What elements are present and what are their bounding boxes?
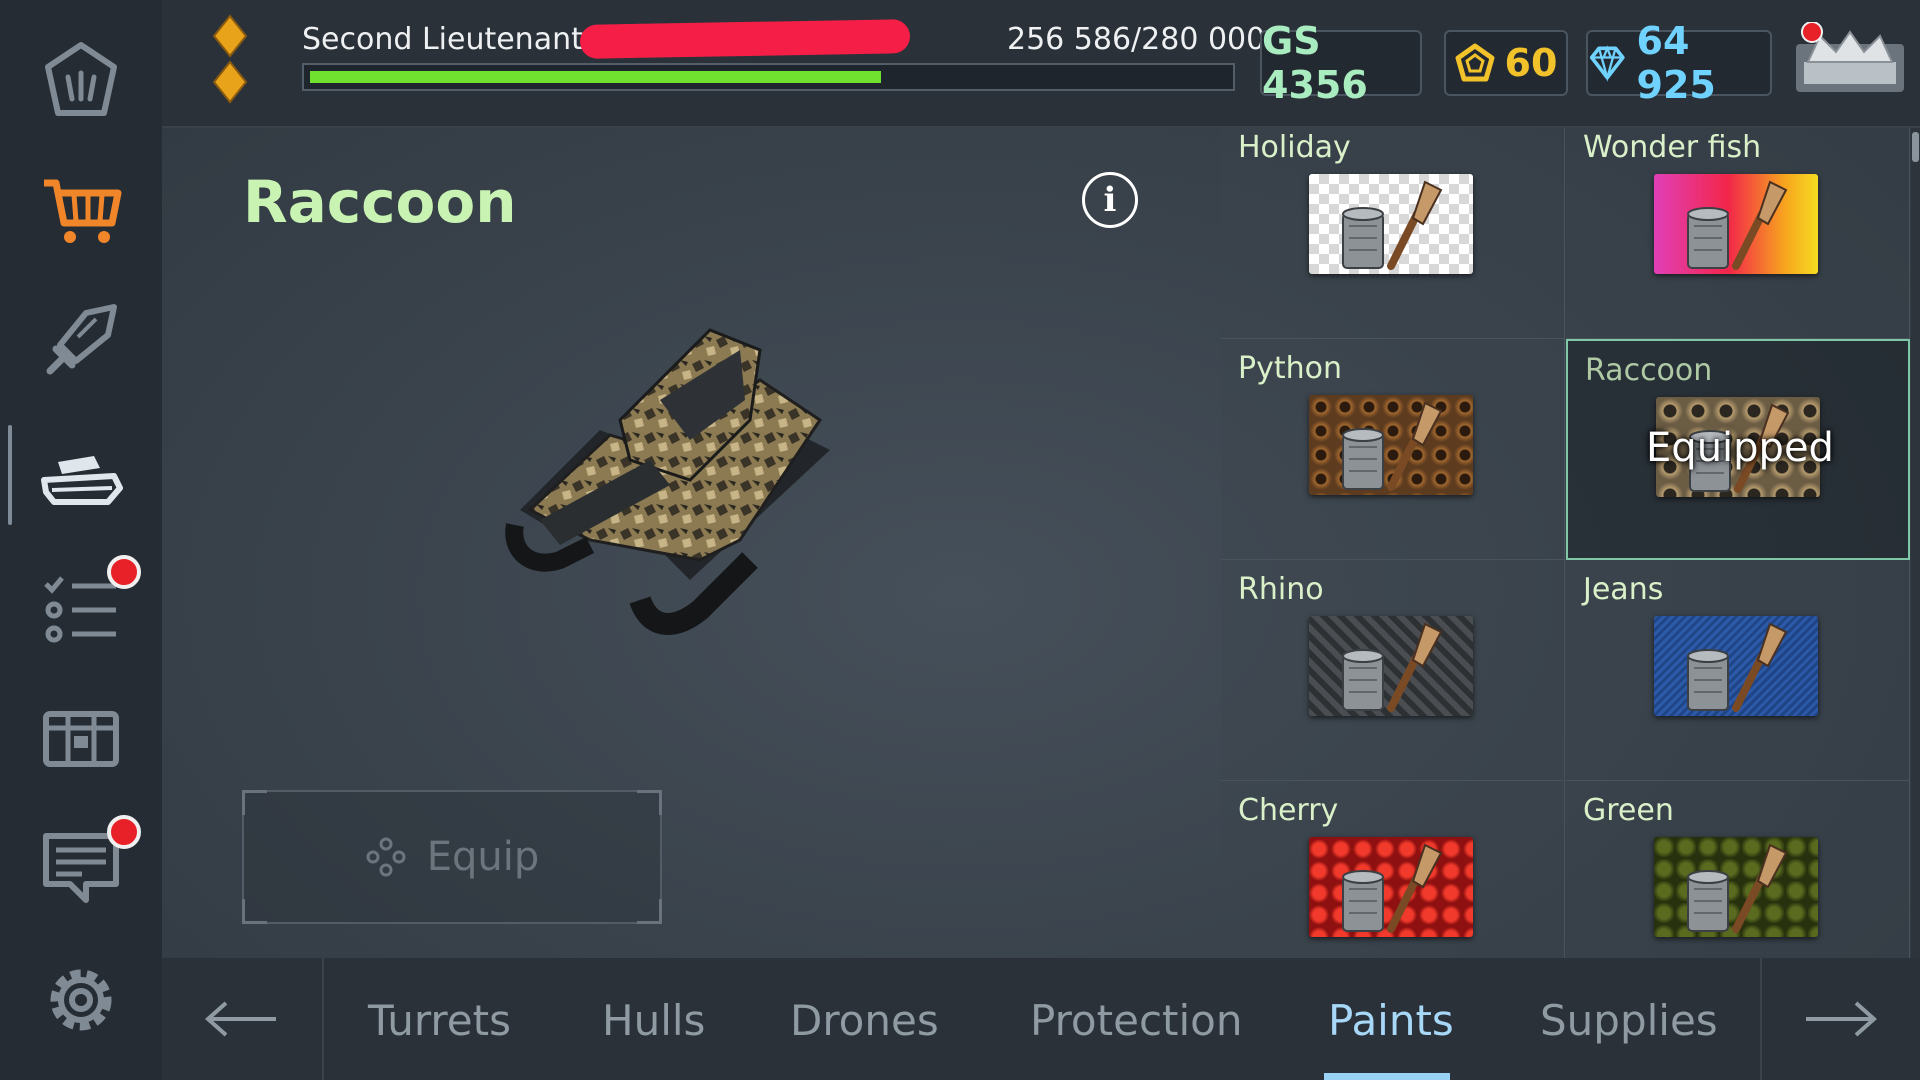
tank-icon bbox=[41, 456, 123, 505]
paint-name: Rhino bbox=[1238, 572, 1324, 607]
crown-shield-icon bbox=[45, 42, 117, 116]
info-icon: i bbox=[1103, 180, 1117, 220]
sidebar-item-battle[interactable] bbox=[0, 280, 162, 400]
tab-supplies[interactable]: Supplies bbox=[1540, 996, 1718, 1045]
crystal-icon bbox=[1589, 45, 1625, 82]
button-corner bbox=[637, 790, 662, 815]
gear-icon bbox=[50, 969, 112, 1031]
equip-label: Equip bbox=[426, 834, 540, 880]
paint-name: Holiday bbox=[1238, 130, 1351, 165]
paint-grid-scrollbar[interactable] bbox=[1911, 128, 1920, 958]
paint-bucket-brush-icon bbox=[1342, 180, 1443, 270]
equip-icon bbox=[366, 837, 406, 877]
paint-bucket-brush-icon bbox=[1342, 622, 1443, 712]
container-icon bbox=[43, 711, 119, 767]
paint-swatch bbox=[1309, 837, 1473, 937]
gear-score-badge[interactable]: GS 4356 bbox=[1260, 19, 1422, 107]
paint-name: Raccoon bbox=[1585, 353, 1713, 388]
paint-bucket-brush-icon bbox=[1687, 180, 1788, 270]
sidebar bbox=[0, 0, 162, 1080]
paint-bucket-brush-icon bbox=[1342, 401, 1443, 491]
stars-value: 60 bbox=[1504, 41, 1558, 85]
scrollbar-thumb[interactable] bbox=[1912, 132, 1919, 162]
notification-dot bbox=[107, 555, 141, 589]
premium-button[interactable] bbox=[1790, 21, 1908, 94]
paint-bucket-brush-icon bbox=[1687, 843, 1788, 933]
prev-category-button[interactable] bbox=[162, 958, 322, 1080]
crystals-value: 64 925 bbox=[1636, 19, 1716, 107]
star-pentagon-icon bbox=[1455, 43, 1495, 82]
arrow-left-icon bbox=[204, 1001, 276, 1037]
item-title: Raccoon bbox=[243, 168, 517, 236]
gear-score-value: GS 4356 bbox=[1262, 19, 1368, 107]
paint-item-jeans[interactable]: Jeans bbox=[1566, 560, 1910, 781]
next-category-button[interactable] bbox=[1760, 958, 1920, 1080]
tab-hulls[interactable]: Hulls bbox=[602, 996, 705, 1045]
paint-swatch bbox=[1309, 174, 1473, 274]
paint-name: Green bbox=[1583, 793, 1674, 828]
paint-grid: Holiday Wonder fish Python Raccoon Equipped R… bbox=[1221, 128, 1911, 958]
tank-preview[interactable] bbox=[500, 310, 850, 650]
tab-protection[interactable]: Protection bbox=[1030, 996, 1242, 1045]
rank-insignia-icon bbox=[212, 14, 248, 104]
equip-button[interactable]: Equip bbox=[242, 790, 662, 924]
sidebar-item-garage[interactable] bbox=[0, 415, 162, 535]
button-corner bbox=[242, 899, 267, 924]
shopping-cart-icon bbox=[44, 179, 122, 243]
crystals-badge[interactable]: 64 925 bbox=[1586, 19, 1772, 107]
xp-progress-fill bbox=[310, 71, 881, 83]
sidebar-item-news[interactable] bbox=[0, 805, 162, 925]
paint-item-wonder-fish[interactable]: Wonder fish bbox=[1566, 128, 1910, 339]
paint-item-rhino[interactable]: Rhino bbox=[1221, 560, 1565, 781]
tab-turrets[interactable]: Turrets bbox=[368, 996, 511, 1045]
paint-item-cherry[interactable]: Cherry bbox=[1221, 781, 1565, 958]
tab-paints[interactable]: Paints bbox=[1328, 996, 1454, 1045]
paint-swatch bbox=[1654, 616, 1818, 716]
top-bar: Second Lieutenant 256 586/280 000 GS 435… bbox=[162, 0, 1920, 128]
paint-item-green[interactable]: Green bbox=[1566, 781, 1910, 958]
stars-badge[interactable]: 60 bbox=[1444, 30, 1568, 96]
sidebar-item-shop[interactable] bbox=[0, 150, 162, 270]
xp-counter: 256 586/280 000 bbox=[1007, 22, 1266, 57]
premium-crown-icon bbox=[1796, 21, 1904, 92]
info-button[interactable]: i bbox=[1082, 172, 1138, 228]
tab-drones[interactable]: Drones bbox=[790, 996, 939, 1045]
equipped-status: Equipped bbox=[1646, 425, 1834, 471]
category-tab-bar: Turrets Hulls Drones Protection Paints S… bbox=[162, 958, 1920, 1080]
rocket-sword-icon bbox=[46, 304, 117, 375]
paint-item-holiday[interactable]: Holiday bbox=[1221, 128, 1565, 339]
button-corner bbox=[637, 899, 662, 924]
paint-swatch bbox=[1309, 616, 1473, 716]
paint-item-python[interactable]: Python bbox=[1221, 339, 1565, 560]
sidebar-item-home[interactable] bbox=[0, 20, 162, 140]
sidebar-item-missions[interactable] bbox=[0, 545, 162, 665]
sidebar-item-settings[interactable] bbox=[0, 940, 162, 1060]
paint-name: Wonder fish bbox=[1583, 130, 1762, 165]
paint-item-raccoon[interactable]: Raccoon Equipped bbox=[1566, 339, 1910, 560]
paint-name: Cherry bbox=[1238, 793, 1339, 828]
paint-bucket-brush-icon bbox=[1342, 843, 1443, 933]
redacted-username bbox=[579, 19, 911, 59]
xp-progress-bar bbox=[302, 63, 1235, 91]
tab-divider bbox=[322, 958, 324, 1080]
paint-swatch bbox=[1654, 837, 1818, 937]
paint-swatch bbox=[1309, 395, 1473, 495]
paint-name: Python bbox=[1238, 351, 1342, 386]
sidebar-item-containers[interactable] bbox=[0, 675, 162, 795]
notification-dot bbox=[107, 815, 141, 849]
active-tab-indicator bbox=[1324, 1073, 1450, 1080]
paint-bucket-brush-icon bbox=[1687, 622, 1788, 712]
button-corner bbox=[242, 790, 267, 815]
arrow-right-icon bbox=[1806, 1001, 1878, 1037]
rank-title: Second Lieutenant bbox=[302, 22, 583, 57]
paint-swatch bbox=[1654, 174, 1818, 274]
paint-name: Jeans bbox=[1583, 572, 1664, 607]
